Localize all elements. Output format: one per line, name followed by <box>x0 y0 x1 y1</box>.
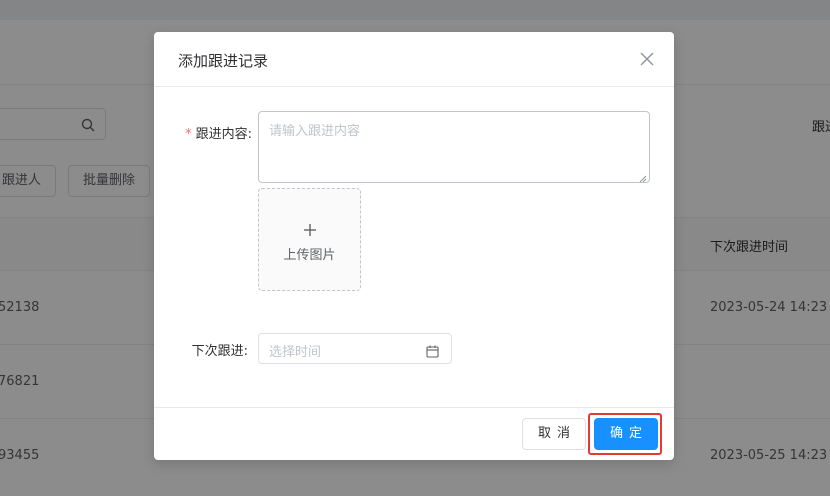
next-follow-up-date-picker[interactable]: 选择时间 <box>258 333 452 364</box>
date-placeholder: 选择时间 <box>269 345 322 360</box>
next-follow-up-label: 下次跟进: <box>191 344 248 359</box>
plus-icon <box>303 222 317 236</box>
resize-handle-icon[interactable] <box>639 172 647 183</box>
dialog-footer: 取消 确定 <box>154 407 674 460</box>
dialog-header: 添加跟进记录 <box>154 32 674 87</box>
upload-image-button[interactable]: 上传图片 <box>258 188 361 291</box>
required-mark: * <box>185 127 192 142</box>
close-icon[interactable] <box>638 50 656 68</box>
cancel-button[interactable]: 取消 <box>522 418 586 450</box>
dialog-title: 添加跟进记录 <box>178 52 269 70</box>
content-label: * 跟进内容: <box>178 123 252 142</box>
add-follow-up-dialog: 添加跟进记录 * 跟进内容: 请输入跟进内容 上传图片 下次跟进: 选择时间 取消… <box>154 32 674 460</box>
content-label-text: 跟进内容: <box>195 127 252 142</box>
content-textarea[interactable]: 请输入跟进内容 <box>258 111 650 183</box>
upload-label: 上传图片 <box>283 248 336 263</box>
confirm-button[interactable]: 确定 <box>594 418 658 450</box>
calendar-icon[interactable] <box>426 343 439 358</box>
content-placeholder: 请输入跟进内容 <box>269 124 361 139</box>
